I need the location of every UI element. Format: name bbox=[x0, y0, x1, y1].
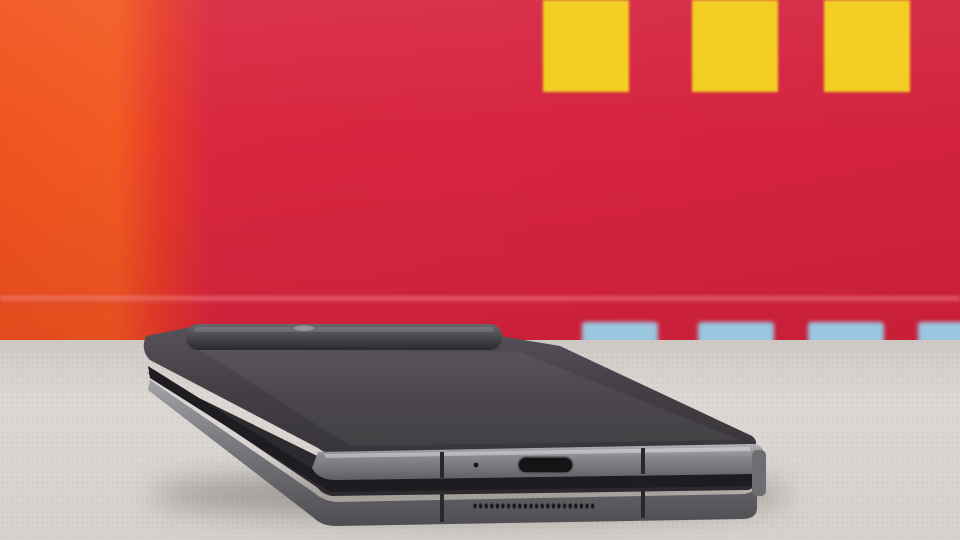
speaker-hole bbox=[512, 503, 516, 509]
antenna-line bbox=[440, 452, 444, 478]
speaker-hole bbox=[473, 503, 477, 509]
speaker-hole bbox=[490, 503, 494, 509]
speaker-hole bbox=[506, 503, 511, 509]
speaker-hole bbox=[540, 503, 544, 509]
speaker-hole bbox=[574, 503, 578, 509]
speaker-hole bbox=[484, 503, 489, 509]
speaker-hole bbox=[557, 503, 561, 509]
speaker-hole bbox=[518, 503, 522, 509]
speaker-hole bbox=[562, 503, 567, 509]
speaker-hole bbox=[551, 503, 556, 509]
antenna-line bbox=[641, 448, 645, 474]
speaker-hole bbox=[478, 503, 483, 509]
antenna-line bbox=[641, 490, 645, 518]
camera-lens-glint bbox=[294, 325, 314, 331]
speaker-hole bbox=[501, 503, 505, 509]
speaker-hole bbox=[579, 503, 584, 509]
usb-c-port bbox=[517, 456, 574, 474]
antenna-line bbox=[440, 494, 444, 522]
speaker-hole bbox=[590, 503, 595, 509]
speaker-hole bbox=[585, 503, 589, 509]
speaker-hole bbox=[534, 503, 539, 509]
camera-bar-highlight bbox=[194, 327, 494, 332]
speaker-hole bbox=[529, 503, 533, 509]
speaker-hole bbox=[523, 503, 528, 509]
speaker-hole bbox=[568, 503, 572, 509]
microphone-hole bbox=[473, 462, 479, 468]
photo-scene bbox=[0, 0, 960, 540]
speaker-hole bbox=[495, 503, 500, 509]
speaker-hole bbox=[546, 503, 550, 509]
folded-phone bbox=[143, 324, 766, 526]
side-edge bbox=[752, 450, 766, 496]
